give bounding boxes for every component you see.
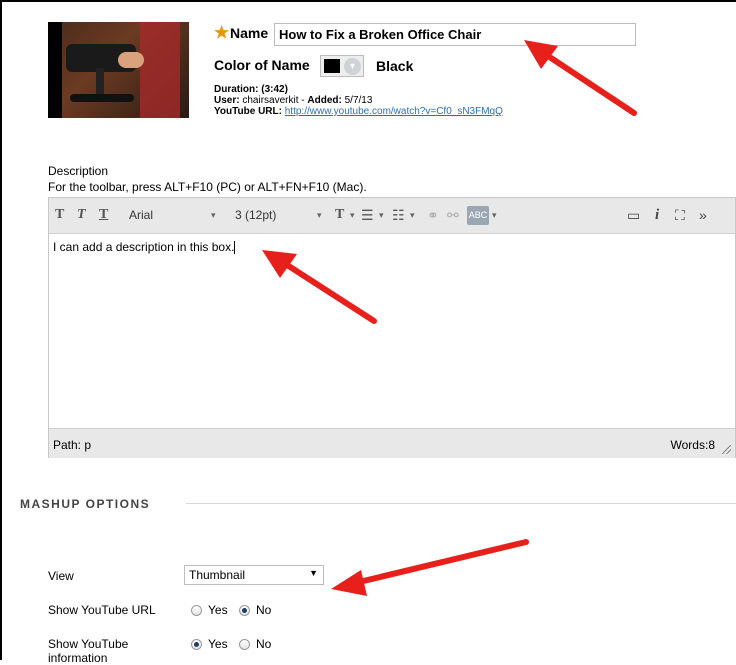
- description-textarea[interactable]: I can add a description in this box.: [49, 234, 735, 428]
- show-info-no-radio[interactable]: [239, 639, 250, 650]
- color-swatch: [324, 59, 340, 73]
- font-size-select[interactable]: 3 (12pt): [235, 206, 276, 224]
- path-value: p: [84, 438, 92, 452]
- color-name: Black: [376, 58, 414, 74]
- italic-icon[interactable]: T: [77, 206, 86, 224]
- description-label: Description: [48, 164, 109, 178]
- show-info-label: Show YouTube information: [48, 637, 128, 665]
- show-url-label: Show YouTube URL: [48, 603, 156, 617]
- video-thumbnail[interactable]: [48, 22, 189, 118]
- words-value: 8: [708, 438, 715, 452]
- editor-toolbar: T T T Arial ▾ 3 (12pt) ▾ T ▾ ☰ ▾ ☷ ▾ ⚭ ⚯…: [49, 198, 735, 234]
- name-input[interactable]: [274, 23, 636, 46]
- color-of-name-label: Color of Name: [214, 57, 310, 73]
- thumbnail-person: [140, 22, 180, 118]
- duration-label: Duration:: [214, 84, 259, 95]
- show-info-label-line2: information: [48, 651, 108, 665]
- numbered-list-icon[interactable]: ☷: [392, 206, 405, 224]
- text-cursor: [234, 241, 236, 255]
- description-editor: T T T Arial ▾ 3 (12pt) ▾ T ▾ ☰ ▾ ☷ ▾ ⚭ ⚯…: [48, 197, 736, 458]
- preview-icon[interactable]: ▭: [627, 206, 640, 224]
- font-family-select[interactable]: Arial: [129, 206, 153, 224]
- spellcheck-chevron-icon[interactable]: ▾: [492, 206, 497, 224]
- show-url-yes-radio[interactable]: [191, 605, 202, 616]
- url-line: YouTube URL: http://www.youtube.com/watc…: [214, 106, 503, 117]
- underline-icon[interactable]: T: [99, 206, 108, 224]
- show-info-no-label: No: [256, 637, 272, 651]
- bullet-list-icon[interactable]: ☰: [361, 206, 374, 224]
- spellcheck-icon[interactable]: ABC: [467, 206, 489, 225]
- section-divider: [186, 503, 736, 504]
- color-picker[interactable]: ▾: [320, 55, 364, 77]
- font-family-chevron-icon[interactable]: ▾: [211, 206, 216, 224]
- youtube-url-link[interactable]: http://www.youtube.com/watch?v=Cf0_sN3FM…: [285, 106, 503, 117]
- user-line: User: chairsaverkit - Added: 5/7/13: [214, 95, 373, 106]
- unlink-icon[interactable]: ⚯: [447, 206, 459, 224]
- show-info-yes-label: Yes: [208, 637, 228, 651]
- info-icon[interactable]: i: [655, 206, 659, 224]
- numbered-list-chevron-icon[interactable]: ▾: [410, 206, 415, 224]
- more-icon[interactable]: »: [699, 206, 707, 224]
- view-select-value: Thumbnail: [189, 568, 246, 582]
- thumbnail-hand: [118, 52, 144, 68]
- show-url-yes-label: Yes: [208, 603, 228, 617]
- mashup-options-heading: MASHUP OPTIONS: [20, 497, 151, 511]
- user-label: User:: [214, 95, 240, 106]
- show-url-no-label: No: [256, 603, 272, 617]
- font-size-chevron-icon[interactable]: ▾: [317, 206, 322, 224]
- added-value: 5/7/13: [344, 95, 373, 106]
- duration-value: (3:42): [261, 84, 288, 95]
- bullet-list-chevron-icon[interactable]: ▾: [379, 206, 384, 224]
- chevron-down-icon: ▼: [309, 568, 318, 578]
- name-label: Name: [230, 25, 269, 41]
- user-value: chairsaverkit: [242, 95, 299, 106]
- fullscreen-icon[interactable]: ⛶: [675, 206, 685, 224]
- url-label: YouTube URL:: [214, 106, 282, 117]
- path-label: Path:: [53, 438, 82, 452]
- text-color-icon[interactable]: T: [335, 206, 344, 224]
- duration-line: Duration: (3:42): [214, 84, 288, 95]
- chevron-down-icon: ▾: [344, 58, 361, 75]
- bold-icon[interactable]: T: [55, 206, 64, 224]
- view-select[interactable]: Thumbnail ▼: [184, 565, 324, 585]
- show-info-yes-radio[interactable]: [191, 639, 202, 650]
- resize-grip-icon[interactable]: [722, 445, 731, 454]
- view-label: View: [48, 569, 74, 583]
- added-label: Added:: [307, 95, 342, 106]
- word-count: Words:8: [671, 438, 715, 452]
- toolbar-hint: For the toolbar, press ALT+F10 (PC) or A…: [48, 180, 367, 194]
- show-info-label-line1: Show YouTube: [48, 637, 129, 651]
- description-text: I can add a description in this box.: [53, 240, 235, 254]
- path-indicator: Path: p: [53, 438, 91, 452]
- show-url-no-radio[interactable]: [239, 605, 250, 616]
- thumbnail-door: [48, 22, 62, 118]
- text-color-chevron-icon[interactable]: ▾: [350, 206, 355, 224]
- required-star-icon: ★: [214, 23, 230, 42]
- link-icon[interactable]: ⚭: [427, 206, 439, 224]
- thumbnail-chair-base: [70, 94, 134, 102]
- words-label: Words:: [670, 438, 709, 452]
- editor-statusbar: Path: p Words:8: [49, 428, 735, 458]
